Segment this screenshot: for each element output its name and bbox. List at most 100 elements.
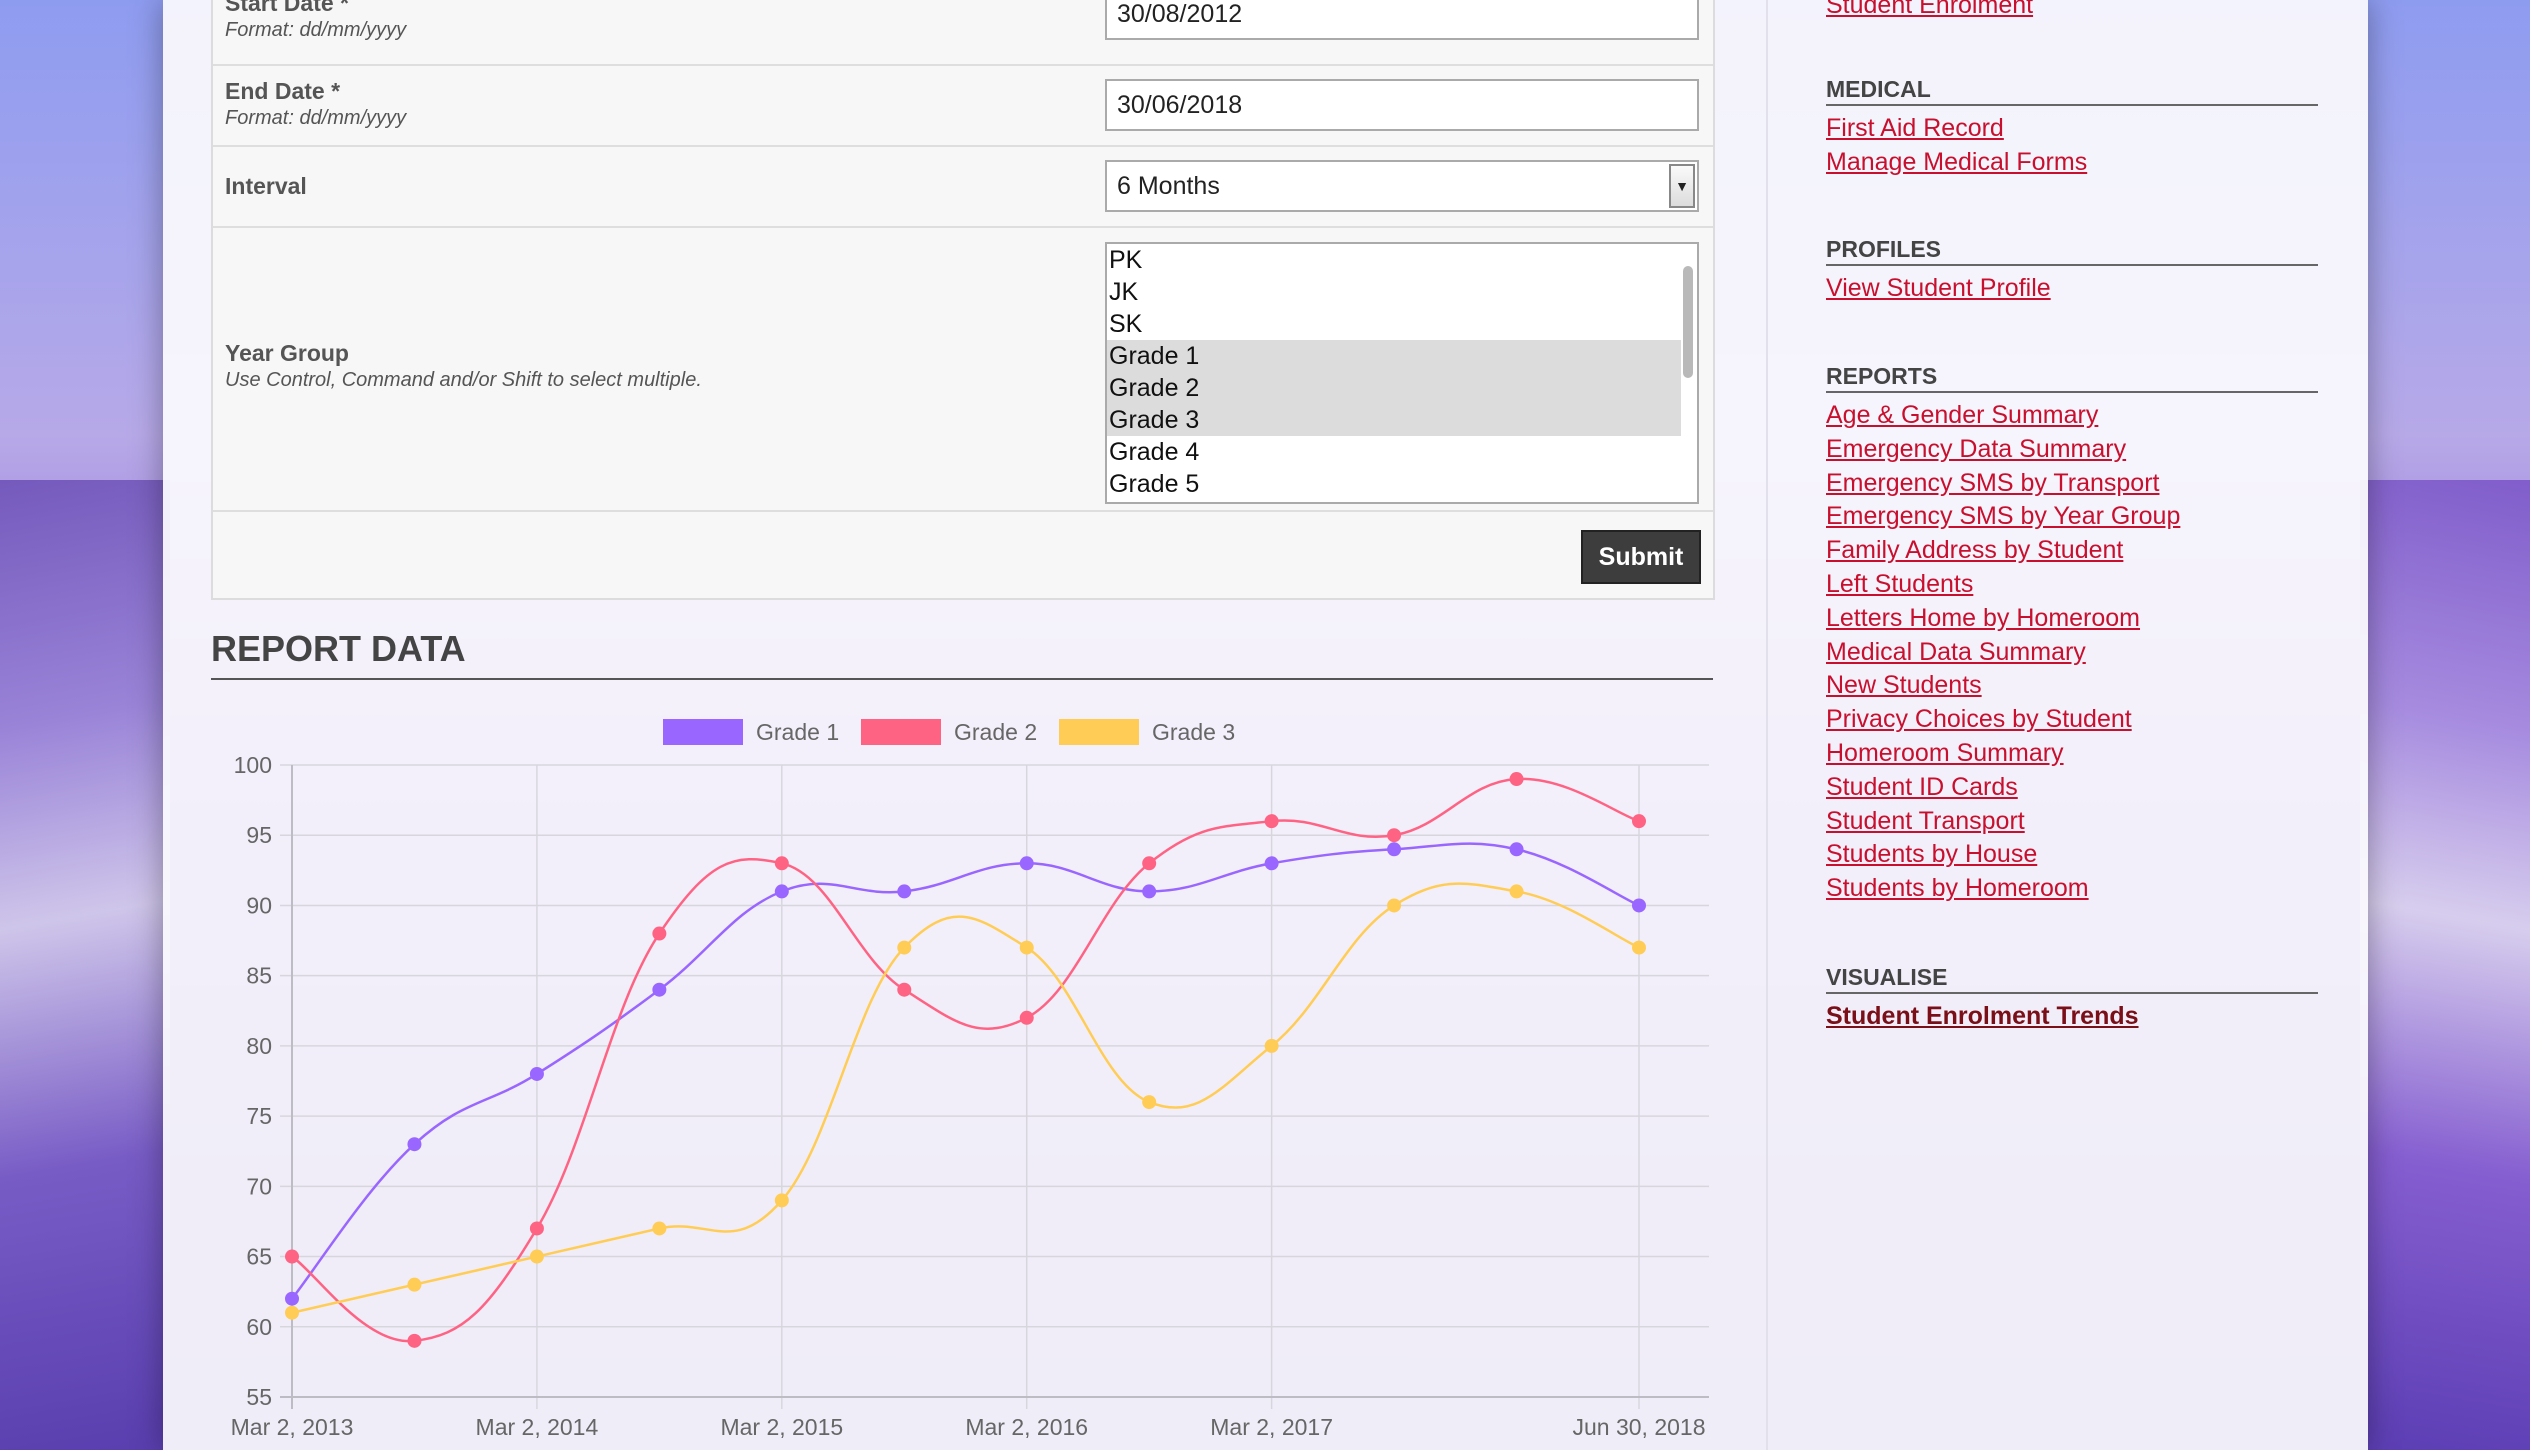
end-date-row: End Date * Format: dd/mm/yyyy 30/06/2018 [213,66,1713,147]
year-group-option[interactable]: Grade 1 [1107,340,1681,372]
year-group-option[interactable]: PK [1107,244,1681,276]
sidebar-link[interactable]: Student Transport [1826,807,2025,836]
data-point [407,1333,422,1348]
series-line-grade-1 [291,842,1640,1300]
sidebar-link[interactable]: Student ID Cards [1826,773,2018,802]
sidebar-link[interactable]: Emergency SMS by Year Group [1826,502,2180,531]
data-point [1019,1010,1034,1025]
listbox-scrollbar[interactable] [1681,252,1695,500]
data-point [897,982,912,997]
year-group-option[interactable]: Grade 5 [1107,468,1681,500]
year-group-options: PK JK SK Grade 1 Grade 2 Grade 3 Grade 4 Grade … [1107,244,1697,500]
end-date-title: End Date * [225,78,341,104]
sidebar-link[interactable]: Manage Medical Forms [1826,148,2087,177]
data-point [1019,856,1034,871]
data-point [1387,898,1402,913]
data-point [1264,856,1279,871]
x-tick-label: Mar 2, 2016 [965,1414,1088,1440]
legend-swatch [861,719,941,745]
y-tick-label: 55 [246,1384,272,1410]
data-point [1632,814,1646,829]
data-point [407,1137,422,1152]
y-tick-label: 80 [246,1033,272,1059]
x-tick-label: Mar 2, 2017 [1210,1414,1333,1440]
x-tick-label: Mar 2, 2015 [720,1414,843,1440]
data-point [407,1277,422,1292]
sidebar-link[interactable]: Letters Home by Homeroom [1826,604,2140,633]
data-point [529,1249,544,1264]
sidebar-link[interactable]: View Student Profile [1826,274,2051,303]
sidebar-link[interactable]: Students by Homeroom [1826,874,2089,903]
background-mountain-left [0,480,170,1450]
series-line-grade-3 [291,882,1640,1314]
end-date-input[interactable]: 30/06/2018 [1105,79,1699,131]
sidebar-link[interactable]: Emergency SMS by Transport [1826,469,2159,498]
year-group-listbox[interactable]: PK JK SK Grade 1 Grade 2 Grade 3 Grade 4 Grade … [1105,242,1699,504]
main-content: Start Date * Format: dd/mm/yyyy 30/08/20… [211,0,1715,1450]
sidebar-link[interactable]: Left Students [1826,570,1973,599]
background-mountain-right [2360,480,2530,1450]
sidebar-section-heading: REPORTS [1826,363,2318,393]
submit-row: Submit [213,512,1713,598]
data-point [529,1066,544,1081]
listbox-scrollbar-thumb[interactable] [1683,266,1693,378]
sidebar-link[interactable]: Privacy Choices by Student [1826,705,2132,734]
year-group-option[interactable]: Grade 4 [1107,436,1681,468]
data-point [774,884,789,899]
start-date-hint: Format: dd/mm/yyyy [225,19,407,41]
sidebar-link[interactable]: Homeroom Summary [1826,739,2064,768]
year-group-option[interactable]: Grade 3 [1107,404,1681,436]
data-point [1264,1038,1279,1053]
sidebar-link[interactable]: First Aid Record [1826,114,2004,143]
data-point [285,1305,299,1320]
x-tick-label: Jun 30, 2018 [1572,1414,1705,1440]
sidebar-link[interactable]: Age & Gender Summary [1826,401,2098,430]
year-group-option[interactable]: JK [1107,276,1681,308]
submit-button[interactable]: Submit [1581,530,1701,584]
data-point [1264,814,1279,829]
year-group-option[interactable]: SK [1107,308,1681,340]
data-point [652,926,667,941]
year-group-option[interactable]: Grade 2 [1107,372,1681,404]
data-point [1632,898,1646,913]
y-tick-label: 75 [246,1103,272,1129]
y-tick-label: 70 [246,1173,272,1199]
sidebar-divider [1766,0,1768,1450]
report-form: Start Date * Format: dd/mm/yyyy 30/08/20… [211,0,1715,600]
year-group-row: Year Group Use Control, Command and/or S… [213,228,1713,512]
end-date-hint: Format: dd/mm/yyyy [225,107,407,129]
interval-row: Interval 6 Months ▼ [213,147,1713,228]
sidebar-link[interactable]: Medical Data Summary [1826,638,2086,667]
sidebar-link[interactable]: Student Enrolment Trends [1826,1002,2139,1031]
data-point [1142,884,1157,899]
data-point [1142,856,1157,871]
legend-swatch [663,719,743,745]
chevron-down-icon[interactable]: ▼ [1669,164,1695,208]
y-tick-label: 95 [246,822,272,848]
start-date-title: Start Date * [225,0,349,16]
sidebar-section-heading: VISUALISE [1826,964,2318,994]
data-point [1019,940,1034,955]
data-point [774,1193,789,1208]
data-point [1509,884,1524,899]
report-data-heading: REPORT DATA [211,628,1713,680]
interval-select[interactable]: 6 Months ▼ [1105,160,1699,212]
start-date-row: Start Date * Format: dd/mm/yyyy 30/08/20… [213,0,1713,66]
page-container: Start Date * Format: dd/mm/yyyy 30/08/20… [163,0,2368,1450]
legend-label: Grade 1 [756,719,839,745]
sidebar-section-heading: MEDICAL [1826,76,2318,106]
y-tick-label: 60 [246,1314,272,1340]
data-point [1387,842,1402,857]
y-tick-label: 100 [234,752,272,778]
legend-label: Grade 3 [1152,719,1235,745]
sidebar-link[interactable]: New Students [1826,671,1982,700]
sidebar-link[interactable]: Students by House [1826,840,2037,869]
y-tick-label: 90 [246,892,272,918]
sidebar-link[interactable]: Family Address by Student [1826,536,2123,565]
data-point [1387,828,1402,843]
start-date-input[interactable]: 30/08/2012 [1105,0,1699,40]
sidebar-link[interactable]: Student Enrolment [1826,0,2033,20]
year-group-label: Year Group Use Control, Command and/or S… [225,340,702,392]
sidebar-link[interactable]: Emergency Data Summary [1826,435,2126,464]
year-group-title: Year Group [225,340,349,366]
